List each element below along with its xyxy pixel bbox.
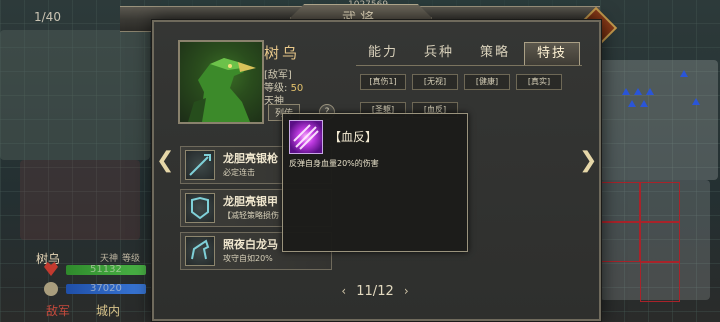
map-tile-highlight — [640, 262, 680, 302]
map-general-type: 天神 — [100, 254, 119, 264]
blood-reflect-icon — [289, 120, 323, 154]
hp-value: 51132 — [90, 264, 122, 275]
unit-marker[interactable] — [646, 88, 654, 95]
tooltip-skill-desc: 反弹自身血量20%的伤害 — [289, 159, 379, 168]
map-tile-highlight — [640, 222, 680, 262]
spear-icon — [185, 150, 215, 180]
skill-chip[interactable]: [真实] — [516, 74, 562, 90]
map-general-faction: 敌军 — [46, 304, 71, 318]
mp-value: 37020 — [90, 283, 122, 294]
previous-general-arrow-icon[interactable]: ❮ — [156, 148, 174, 173]
skill-chip[interactable]: [真伤1] — [360, 74, 406, 90]
unit-marker[interactable] — [634, 88, 642, 95]
armor-icon — [185, 193, 215, 223]
skill-chip[interactable]: [健康] — [464, 74, 510, 90]
map-general-level-label: 等级 — [122, 254, 141, 264]
map-general-location: 城内 — [96, 304, 121, 318]
pager-next-icon[interactable]: › — [404, 284, 409, 298]
pager-value: 11/12 — [356, 284, 394, 299]
tooltip-skill-name: 【血反】 — [329, 130, 378, 144]
general-name: 树乌 — [264, 44, 301, 62]
level-value: 50 — [290, 83, 304, 94]
tab-ability[interactable]: 能力 — [356, 42, 410, 64]
tab-troops[interactable]: 兵种 — [412, 42, 466, 64]
strategy-icon — [44, 282, 58, 296]
tab-strategy[interactable]: 策略 — [468, 42, 522, 64]
unit-marker[interactable] — [628, 100, 636, 107]
bird-warrior-icon — [188, 58, 256, 122]
equipment-name: 龙胆亮银甲 — [223, 195, 278, 208]
equipment-name: 照夜白龙马 — [223, 238, 278, 251]
map-tile-highlight — [600, 222, 640, 262]
general-portrait — [178, 40, 264, 124]
next-general-arrow-icon[interactable]: ❯ — [579, 148, 597, 173]
horse-icon — [185, 236, 215, 266]
unit-marker[interactable] — [692, 98, 700, 105]
equipment-desc: 【减轻策略损伤 — [223, 211, 279, 220]
tab-bar: 能力 兵种 策略 特技 — [356, 42, 584, 66]
tab-special-skills[interactable]: 特技 — [524, 42, 580, 66]
skill-tooltip: 【血反】 反弹自身血量20%的伤害 — [282, 113, 468, 252]
pager: ‹ 11/12 › — [330, 284, 420, 299]
skill-chip[interactable]: [无视] — [412, 74, 458, 90]
equipment-desc: 必定连击 — [223, 168, 255, 177]
equipment-name: 龙胆亮银枪 — [223, 152, 278, 165]
pager-prev-icon[interactable]: ‹ — [341, 284, 346, 298]
tab-divider — [356, 65, 582, 66]
unit-marker[interactable] — [640, 100, 648, 107]
equipment-desc: 攻守自如20% — [223, 254, 273, 263]
page-counter: 1/40 — [34, 10, 61, 24]
map-tile-highlight — [640, 182, 680, 222]
unit-marker[interactable] — [680, 70, 688, 77]
map-tile-highlight — [600, 182, 640, 222]
unit-marker[interactable] — [622, 88, 630, 95]
